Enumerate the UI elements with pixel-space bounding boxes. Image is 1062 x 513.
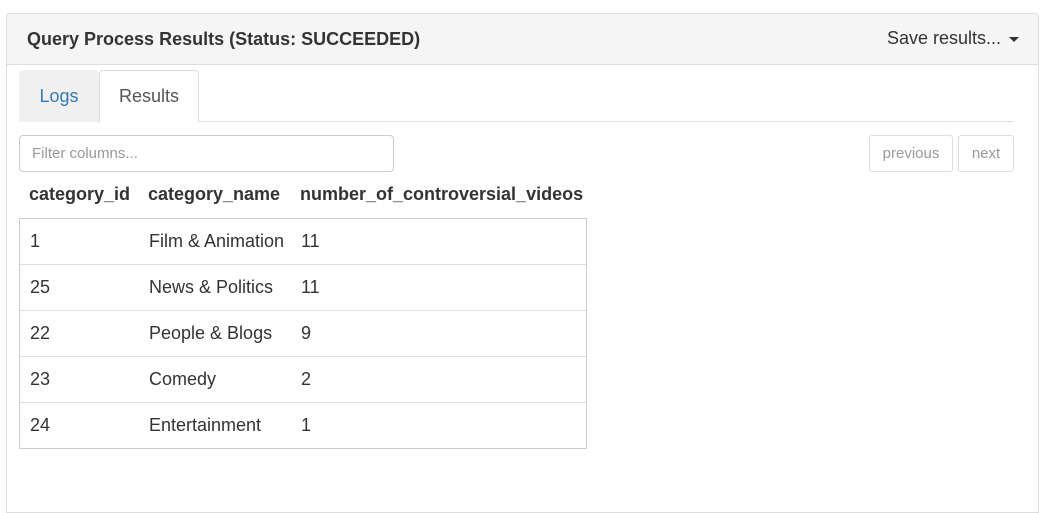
column-header-category-id[interactable]: category_id <box>29 184 130 205</box>
table-row: 25 News & Politics 11 <box>20 264 586 310</box>
table-row: 23 Comedy 2 <box>20 356 586 402</box>
filter-columns-input[interactable] <box>19 135 394 172</box>
table-cell: 1 <box>301 415 312 435</box>
caret-down-icon <box>1009 37 1019 42</box>
results-table: 1 Film & Animation 11 25 News & Politics… <box>19 218 587 449</box>
table-cell: 11 <box>301 231 320 251</box>
tab-logs[interactable]: Logs <box>19 70 99 122</box>
table-cell: Film & Animation <box>149 231 285 251</box>
save-results-label: Save results... <box>886 28 1001 48</box>
table-cell: News & Politics <box>149 277 274 297</box>
table-cell: 2 <box>301 369 312 389</box>
previous-button[interactable]: previous <box>869 135 953 172</box>
table-row: 1 Film & Animation 11 <box>20 219 586 264</box>
table-cell: 25 <box>30 277 51 297</box>
table-cell: 11 <box>301 277 320 297</box>
table-row: 22 People & Blogs 9 <box>20 310 586 356</box>
tab-results[interactable]: Results <box>99 70 199 123</box>
column-header-category-name[interactable]: category_name <box>148 184 280 205</box>
table-cell: People & Blogs <box>149 323 273 343</box>
table-cell: 22 <box>30 323 51 343</box>
table-cell: Entertainment <box>149 415 262 435</box>
table-row: 24 Entertainment 1 <box>20 402 586 448</box>
table-cell: 24 <box>30 415 51 435</box>
panel-heading: Query Process Results (Status: SUCCEEDED… <box>7 14 1038 65</box>
save-results-dropdown[interactable]: Save results... <box>887 28 1019 49</box>
tab-bar: Logs Results <box>19 70 1013 123</box>
next-button[interactable]: next <box>958 135 1014 172</box>
panel-title: Query Process Results (Status: SUCCEEDED… <box>27 29 421 49</box>
table-cell: 23 <box>30 369 51 389</box>
table-cell: 1 <box>30 231 41 251</box>
table-cell: 9 <box>301 323 312 343</box>
table-cell: Comedy <box>149 369 217 389</box>
column-header-number-of-controversial-videos[interactable]: number_of_controversial_videos <box>300 184 583 205</box>
